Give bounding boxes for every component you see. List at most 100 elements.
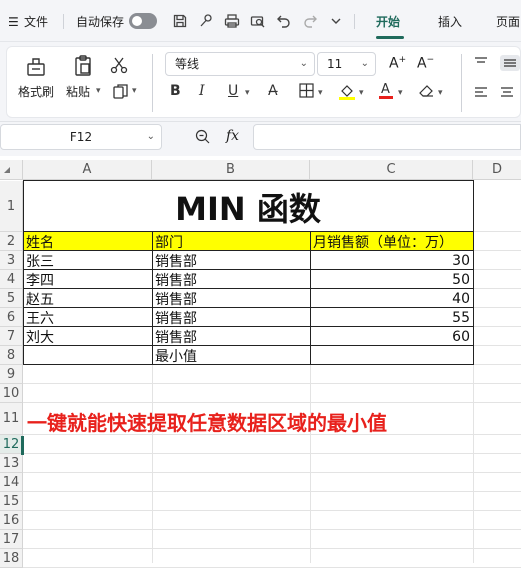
autosave-toggle[interactable] (129, 13, 157, 29)
tab-insert[interactable]: 插入 (438, 13, 462, 31)
redo-icon[interactable] (302, 13, 318, 29)
tab-page[interactable]: 页面 (496, 13, 520, 31)
row-header-5[interactable]: 5 (0, 289, 23, 308)
row-header-15[interactable]: 15 (0, 492, 23, 511)
department-cell[interactable]: 销售部 (152, 327, 310, 346)
row-gridline (23, 510, 521, 511)
department-cell[interactable]: 销售部 (152, 251, 310, 270)
sheet-title[interactable]: MIN 函数 (23, 181, 473, 232)
insert-function-icon[interactable]: fx (226, 128, 239, 144)
underline-button[interactable]: U (228, 82, 238, 100)
row-header-9[interactable]: 9 (0, 365, 23, 384)
save-icon[interactable] (172, 13, 188, 29)
zoom-formula-icon[interactable] (195, 129, 210, 144)
row-header-13[interactable]: 13 (0, 454, 23, 473)
decrease-font-size-icon[interactable]: A− (417, 55, 434, 72)
increase-font-size-icon[interactable]: A+ (389, 55, 406, 72)
name-cell[interactable]: 王六 (23, 308, 152, 327)
row-header-7[interactable]: 7 (0, 327, 23, 346)
row-header-10[interactable]: 10 (0, 384, 23, 403)
table-border-line (310, 232, 311, 365)
align-center-icon[interactable] (500, 86, 514, 98)
row-header-2[interactable]: 2 (0, 232, 23, 251)
min-label-cell[interactable]: 最小值 (152, 346, 310, 365)
row-header-18[interactable]: 18 (0, 549, 23, 568)
print-icon[interactable] (224, 13, 240, 29)
row-header-3[interactable]: 3 (0, 251, 23, 270)
header-name[interactable]: 姓名 (23, 232, 152, 251)
font-name-select[interactable]: 等线 ⌄ (165, 52, 315, 76)
chevron-down-icon[interactable] (328, 13, 344, 29)
department-cell[interactable]: 销售部 (152, 270, 310, 289)
row-header-6[interactable]: 6 (0, 308, 23, 327)
copy-icon[interactable] (112, 83, 130, 101)
department-cell[interactable]: 销售部 (152, 289, 310, 308)
chevron-down-icon[interactable]: ▾ (318, 88, 323, 98)
chevron-down-icon[interactable]: ▾ (96, 86, 101, 96)
row-header-8[interactable]: 8 (0, 346, 23, 365)
header-sales[interactable]: 月销售额（单位：万） (310, 232, 473, 251)
chevron-down-icon[interactable]: ▾ (132, 86, 137, 96)
sales-cell[interactable]: 55 (310, 308, 473, 327)
align-left-icon[interactable] (474, 86, 488, 98)
spreadsheet-grid: A B C D 1 2 3 4 5 6 7 8 9 10 11 12 13 14 15 16 17 18 MIN … (0, 160, 521, 568)
sales-cell[interactable]: 30 (310, 251, 473, 270)
row-gridline (23, 472, 521, 473)
column-header-b[interactable]: B (152, 160, 310, 180)
italic-button[interactable]: I (199, 82, 205, 100)
department-cell[interactable]: 销售部 (152, 308, 310, 327)
chevron-down-icon[interactable]: ▾ (245, 88, 250, 98)
hamburger-menu-icon[interactable]: ☰ (8, 13, 19, 31)
row-header-14[interactable]: 14 (0, 473, 23, 492)
row-header-4[interactable]: 4 (0, 270, 23, 289)
select-all-corner[interactable] (0, 160, 23, 180)
row-gridline (23, 529, 521, 530)
chevron-down-icon[interactable]: ▾ (398, 88, 403, 98)
chevron-down-icon[interactable]: ▾ (359, 88, 364, 98)
scissors-icon[interactable] (110, 56, 128, 74)
name-cell[interactable]: 张三 (23, 251, 152, 270)
table-border-line (23, 288, 474, 289)
paste-icon[interactable] (71, 54, 95, 78)
eraser-icon[interactable] (418, 83, 435, 98)
sales-cell[interactable]: 60 (310, 327, 473, 346)
name-cell[interactable]: 刘大 (23, 327, 152, 346)
column-header-d[interactable]: D (473, 160, 521, 180)
format-painter-label[interactable]: 格式刷 (18, 83, 54, 100)
sales-cell[interactable]: 40 (310, 289, 473, 308)
name-cell[interactable]: 李四 (23, 270, 152, 289)
row-header-12[interactable]: 12 (0, 435, 23, 454)
header-department[interactable]: 部门 (152, 232, 310, 251)
callout-text[interactable]: 一键就能快速提取任意数据区域的最小值 (27, 407, 387, 436)
name-cell[interactable]: 赵五 (23, 289, 152, 308)
paste-label[interactable]: 粘贴 (66, 83, 90, 100)
column-header-a[interactable]: A (23, 160, 152, 180)
table-border-line (23, 307, 474, 308)
undo-icon[interactable] (276, 13, 292, 29)
row-header-17[interactable]: 17 (0, 530, 23, 549)
tab-home[interactable]: 开始 (376, 13, 400, 31)
file-menu[interactable]: 文件 (24, 13, 48, 31)
sales-cell[interactable]: 50 (310, 270, 473, 289)
align-middle-icon[interactable] (500, 55, 520, 71)
column-header-c[interactable]: C (310, 160, 473, 180)
print-preview-icon[interactable] (250, 13, 266, 29)
format-painter-icon[interactable] (198, 13, 214, 29)
min-value-cell[interactable] (310, 346, 473, 365)
row-header-16[interactable]: 16 (0, 511, 23, 530)
row-header-1[interactable]: 1 (0, 181, 23, 232)
font-name-value: 等线 (175, 57, 200, 71)
name-box[interactable]: F12 ⌄ (0, 124, 162, 150)
strikethrough-icon[interactable]: A̶ (268, 82, 278, 100)
fill-color-icon[interactable] (338, 82, 356, 100)
chevron-down-icon[interactable]: ▾ (438, 88, 443, 98)
align-top-icon[interactable] (474, 56, 488, 68)
font-size-select[interactable]: 11 ⌄ (317, 52, 376, 76)
font-color-icon[interactable]: A (378, 81, 394, 100)
borders-icon[interactable] (299, 83, 314, 98)
chevron-down-icon: ⌄ (146, 131, 155, 142)
format-brush-icon[interactable] (24, 55, 48, 79)
formula-input[interactable] (253, 124, 521, 150)
row-header-11[interactable]: 11 (0, 403, 23, 435)
bold-button[interactable]: B (170, 82, 181, 100)
